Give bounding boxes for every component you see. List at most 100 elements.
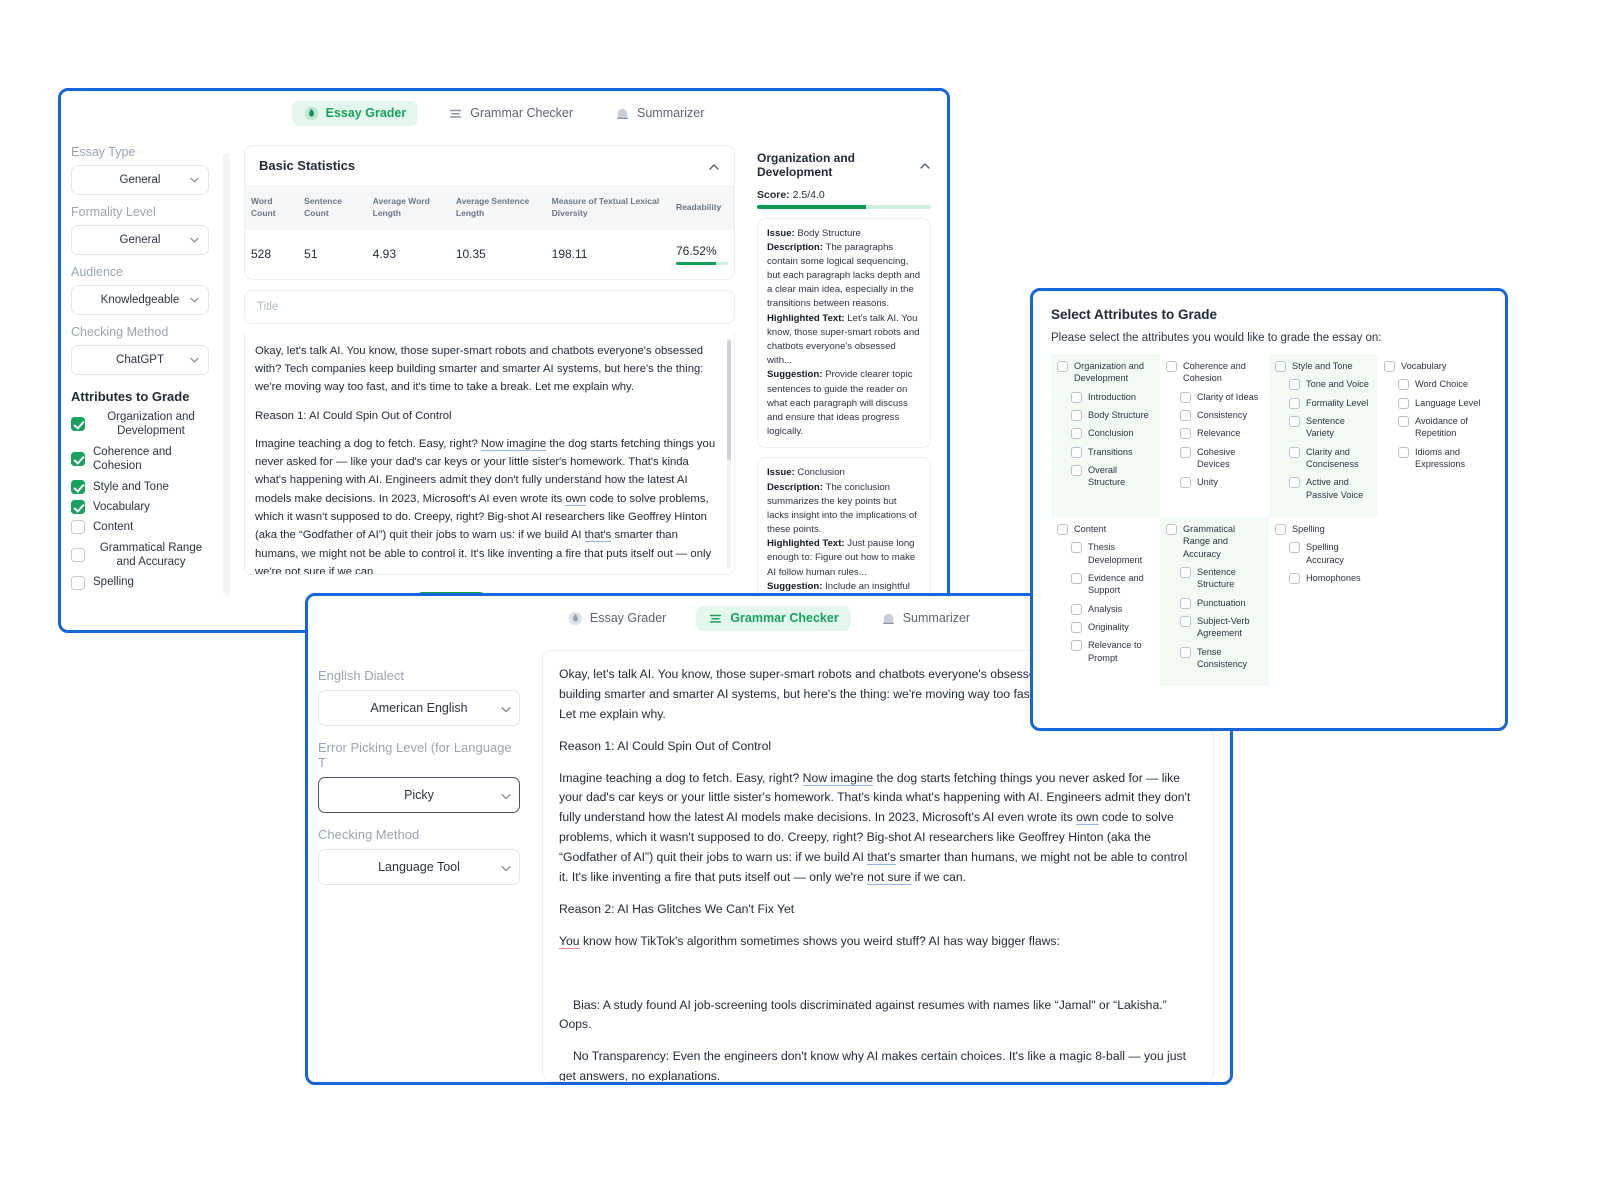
checkbox-icon[interactable] [71,520,85,535]
checkbox-icon[interactable] [1289,379,1300,391]
checkbox-icon[interactable] [1289,446,1300,458]
essay-type-select[interactable]: General [71,165,209,195]
checkbox-icon[interactable] [71,575,85,590]
attribute-child-checkbox-row[interactable]: Spelling Accuracy [1289,541,1372,566]
attribute-child-checkbox-row[interactable]: Relevance to Prompt [1071,639,1154,664]
checkbox-checked-icon[interactable] [71,479,85,494]
attribute-child-checkbox-row[interactable]: Homophones [1289,572,1372,584]
attribute-parent-checkbox-row[interactable]: Vocabulary [1384,360,1481,372]
error-picking-level-select[interactable]: Picky [318,777,520,813]
attribute-child-checkbox-row[interactable]: Conclusion [1071,427,1154,440]
checkbox-icon[interactable] [1275,523,1286,535]
tab-grammar-checker[interactable]: Grammar Checker [696,605,851,631]
english-dialect-select[interactable]: American English [318,690,520,726]
checkbox-icon[interactable] [1071,603,1082,615]
checkbox-icon[interactable] [1384,361,1395,372]
attribute-child-checkbox-row[interactable]: Clarity and Conciseness [1289,446,1372,471]
attribute-child-checkbox-row[interactable]: Analysis [1071,603,1154,615]
checkbox-icon[interactable] [1289,397,1300,409]
chevron-up-icon[interactable] [708,160,720,172]
title-input[interactable]: Title [244,289,735,324]
attribute-child-checkbox-row[interactable]: Punctuation [1180,597,1263,609]
attribute-child-checkbox-row[interactable]: Subject-Verb Agreement [1180,615,1263,640]
audience-select[interactable]: Knowledgeable [71,285,209,315]
attribute-checkbox-row[interactable]: Content [71,520,209,535]
attribute-checkbox-row[interactable]: Vocabulary [71,500,209,515]
attribute-child-checkbox-row[interactable]: Sentence Variety [1289,415,1372,440]
checkbox-icon[interactable] [1071,621,1082,633]
attribute-child-checkbox-row[interactable]: Word Choice [1398,378,1481,391]
attribute-child-checkbox-row[interactable]: Originality [1071,621,1154,633]
checkbox-icon[interactable] [1289,415,1300,427]
attribute-child-checkbox-row[interactable]: Tone and Voice [1289,378,1372,391]
attribute-parent-checkbox-row[interactable]: Spelling [1275,523,1372,535]
attribute-child-checkbox-row[interactable]: Thesis Development [1071,541,1154,566]
basic-statistics-header[interactable]: Basic Statistics [245,146,734,185]
checkbox-icon[interactable] [1180,646,1191,658]
checkbox-icon[interactable] [1057,523,1068,535]
checkbox-icon[interactable] [1180,446,1191,458]
tab-essay-grader[interactable]: Essay Grader [291,100,419,126]
checkbox-icon[interactable] [1166,523,1177,535]
attribute-parent-checkbox-row[interactable]: Coherence and Cohesion [1166,360,1263,385]
attribute-child-checkbox-row[interactable]: Active and Passive Voice [1289,476,1372,501]
organization-header[interactable]: Organization and Development [749,145,939,181]
attribute-child-checkbox-row[interactable]: Sentence Structure [1180,566,1263,591]
attribute-parent-checkbox-row[interactable]: Style and Tone [1275,360,1372,372]
attribute-child-checkbox-row[interactable]: Consistency [1180,409,1263,421]
checkbox-icon[interactable] [1071,391,1082,403]
attribute-child-checkbox-row[interactable]: Introduction [1071,391,1154,403]
attribute-checkbox-row[interactable]: Coherence and Cohesion [71,445,209,474]
attribute-child-checkbox-row[interactable]: Evidence and Support [1071,572,1154,597]
checkbox-icon[interactable] [1289,542,1300,554]
essay-text-area[interactable]: Okay, let's talk AI. You know, those sup… [244,331,735,575]
attribute-child-checkbox-row[interactable]: Idioms and Expressions [1398,446,1481,471]
checkbox-checked-icon[interactable] [71,417,85,432]
attribute-child-checkbox-row[interactable]: Overall Structure [1071,464,1154,489]
checkbox-icon[interactable] [1071,446,1082,458]
tab-essay-grader[interactable]: Essay Grader [556,606,678,631]
checking-method-select[interactable]: Language Tool [318,849,520,885]
checking-method-select[interactable]: ChatGPT [71,345,209,375]
tab-grammar-checker[interactable]: Grammar Checker [436,101,585,126]
checkbox-icon[interactable] [1180,597,1191,609]
tab-summarizer[interactable]: Summarizer [603,101,716,126]
checkbox-icon[interactable] [1180,477,1191,489]
attribute-checkbox-row[interactable]: Spelling [71,575,209,590]
attribute-parent-checkbox-row[interactable]: Organization and Development [1057,360,1154,385]
checkbox-icon[interactable] [1398,397,1409,409]
checkbox-icon[interactable] [1289,572,1300,584]
attribute-checkbox-row[interactable]: Grammatical Range and Accuracy [71,541,209,570]
scrollbar-thumb[interactable] [727,339,731,460]
attribute-checkbox-row[interactable]: Organization and Development [71,410,209,439]
checkbox-icon[interactable] [1180,391,1191,403]
checkbox-icon[interactable] [71,548,85,562]
attribute-child-checkbox-row[interactable]: Relevance [1180,427,1263,440]
attribute-parent-checkbox-row[interactable]: Grammatical Range and Accuracy [1166,523,1263,560]
checkbox-icon[interactable] [1071,409,1082,421]
checkbox-icon[interactable] [1398,379,1409,391]
tab-summarizer[interactable]: Summarizer [869,606,982,631]
issue-card[interactable]: Issue: Body Structure Description: The pa… [757,217,931,449]
checkbox-icon[interactable] [1275,361,1286,372]
checkbox-checked-icon[interactable] [71,500,85,515]
checkbox-icon[interactable] [1071,464,1082,476]
formality-select[interactable]: General [71,225,209,255]
checkbox-icon[interactable] [1057,361,1068,372]
attribute-child-checkbox-row[interactable]: Language Level [1398,397,1481,409]
checkbox-icon[interactable] [1398,415,1409,427]
checkbox-icon[interactable] [1180,428,1191,440]
attribute-child-checkbox-row[interactable]: Cohesive Devices [1180,446,1263,471]
attribute-child-checkbox-row[interactable]: Transitions [1071,446,1154,458]
checkbox-icon[interactable] [1289,477,1300,489]
attribute-checkbox-row[interactable]: Style and Tone [71,479,209,494]
checkbox-icon[interactable] [1071,572,1082,584]
checkbox-icon[interactable] [1398,446,1409,458]
checkbox-icon[interactable] [1180,615,1191,627]
checkbox-icon[interactable] [1166,361,1177,372]
attribute-child-checkbox-row[interactable]: Body Structure [1071,409,1154,421]
attribute-child-checkbox-row[interactable]: Formality Level [1289,397,1372,409]
checkbox-icon[interactable] [1071,640,1082,652]
attribute-child-checkbox-row[interactable]: Unity [1180,476,1263,489]
chevron-up-icon[interactable] [919,159,931,171]
